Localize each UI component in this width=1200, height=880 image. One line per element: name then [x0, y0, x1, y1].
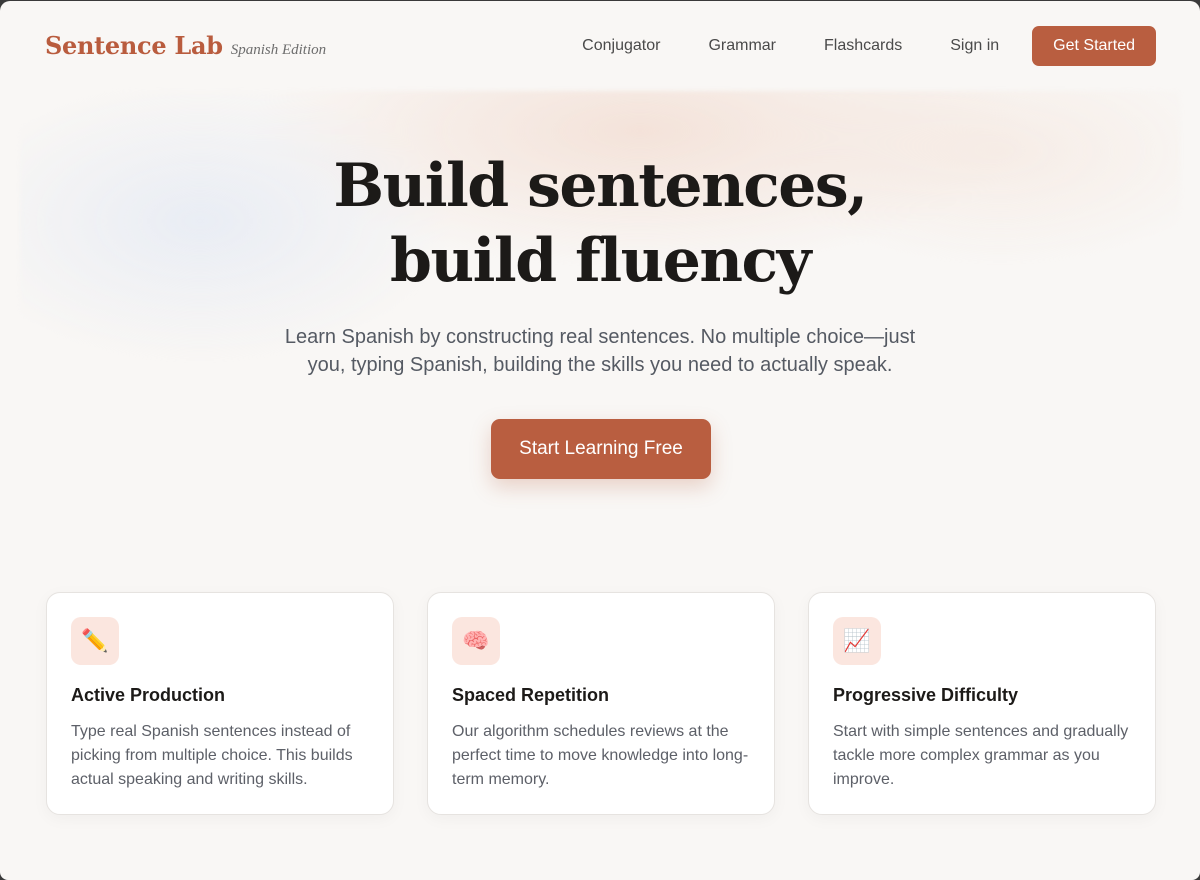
- brain-icon: 🧠: [452, 617, 500, 665]
- feature-card-spaced-repetition: 🧠 Spaced Repetition Our algorithm schedu…: [427, 592, 775, 815]
- browser-window: Sentence Lab Spanish Edition Conjugator …: [0, 1, 1200, 880]
- feature-description: Type real Spanish sentences instead of p…: [71, 723, 353, 788]
- hero-title-line-2: build fluency: [390, 226, 811, 296]
- feature-card-active-production: ✏️ Active Production Type real Spanish s…: [46, 592, 394, 815]
- hero-title: Build sentences, build fluency: [0, 149, 1200, 299]
- nav-link-flashcards[interactable]: Flashcards: [824, 37, 902, 55]
- hero-subtitle: Learn Spanish by constructing real sente…: [284, 326, 916, 376]
- feature-card-progressive-difficulty: 📈 Progressive Difficulty Start with simp…: [808, 592, 1156, 815]
- nav-link-grammar[interactable]: Grammar: [708, 37, 776, 55]
- feature-description: Start with simple sentences and graduall…: [833, 723, 1129, 788]
- chart-increasing-icon: 📈: [833, 617, 881, 665]
- nav-link-conjugator[interactable]: Conjugator: [582, 37, 660, 55]
- feature-title: Spaced Repetition: [452, 685, 610, 705]
- nav-links: Conjugator Grammar Flashcards Sign in Ge…: [582, 26, 1156, 66]
- nav-link-sign-in[interactable]: Sign in: [950, 37, 999, 55]
- brand-name: Sentence Lab: [45, 31, 223, 60]
- feature-cards: ✏️ Active Production Type real Spanish s…: [46, 592, 1156, 815]
- brand-edition: Spanish Edition: [230, 42, 327, 58]
- start-learning-button[interactable]: Start Learning Free: [491, 419, 711, 479]
- top-navigation: Sentence Lab Spanish Edition Conjugator …: [0, 1, 1200, 91]
- feature-title: Active Production: [71, 685, 226, 705]
- feature-title: Progressive Difficulty: [833, 685, 1019, 705]
- brand-logo[interactable]: Sentence Lab Spanish Edition: [45, 31, 326, 60]
- feature-description: Our algorithm schedules reviews at the p…: [452, 723, 749, 788]
- pencil-icon: ✏️: [71, 617, 119, 665]
- get-started-button[interactable]: Get Started: [1032, 26, 1156, 66]
- hero-title-line-1: Build sentences,: [333, 151, 868, 221]
